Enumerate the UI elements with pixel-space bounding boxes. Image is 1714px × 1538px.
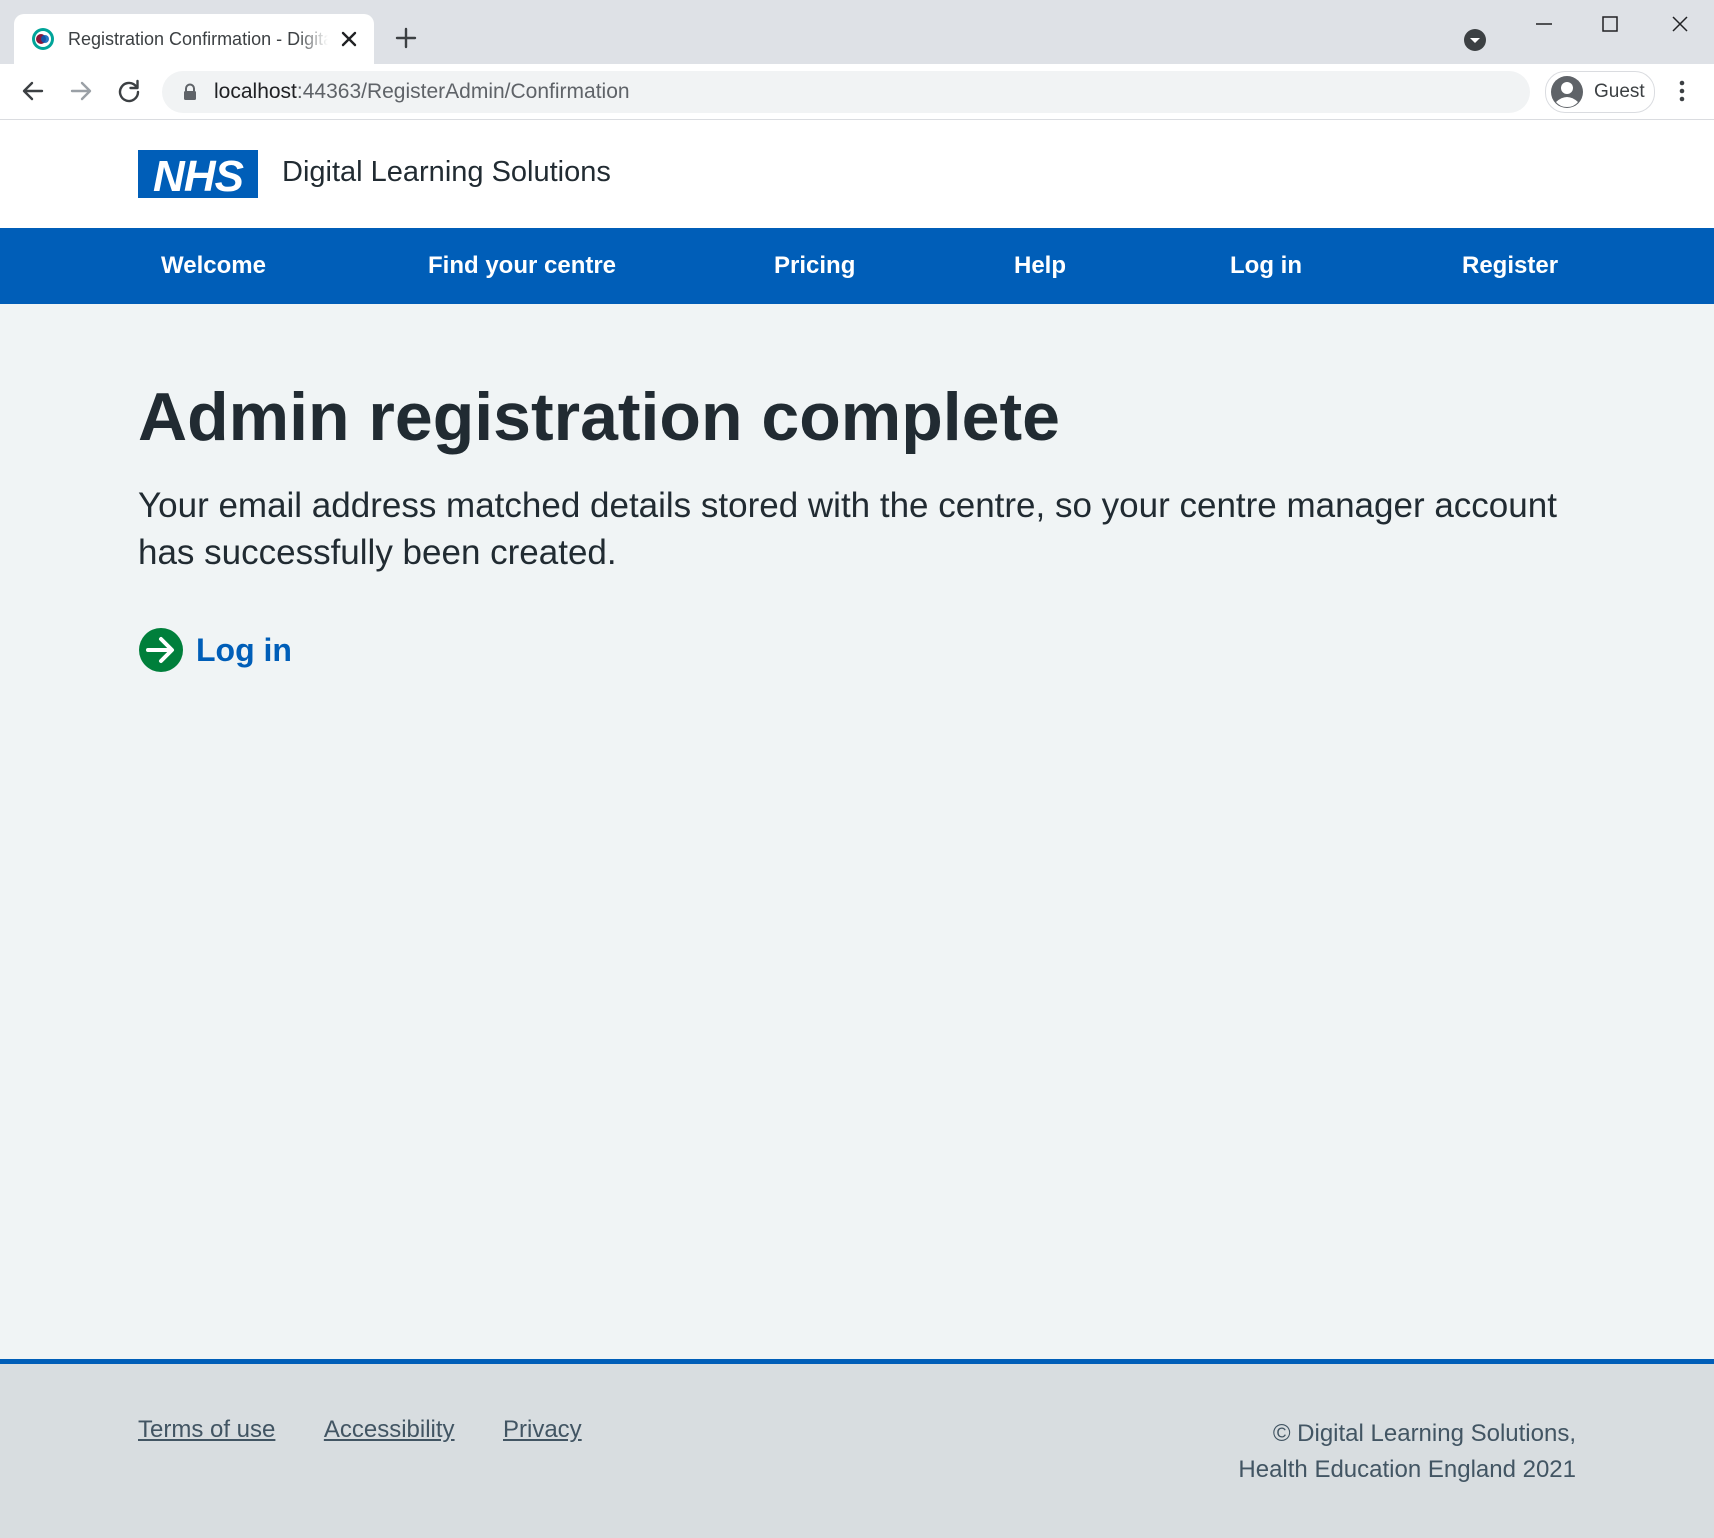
footer-link-accessibility[interactable]: Accessibility xyxy=(324,1416,455,1443)
forward-arrow-icon[interactable] xyxy=(68,78,94,104)
footer-link-terms-of-use[interactable]: Terms of use xyxy=(138,1416,275,1443)
browser-tabstrip: Registration Confirmation - Digital Lear… xyxy=(0,0,1714,64)
nav-item-find-your-centre[interactable]: Find your centre xyxy=(428,228,616,304)
window-close-icon[interactable] xyxy=(1668,12,1692,36)
minimize-icon[interactable] xyxy=(1532,12,1556,36)
page-title: Admin registration complete xyxy=(138,379,1060,455)
nav-item-help[interactable]: Help xyxy=(1014,228,1066,304)
reload-icon[interactable] xyxy=(116,78,142,104)
arrow-right-circle-icon xyxy=(139,628,183,672)
tab-search-icon[interactable] xyxy=(1463,28,1487,52)
lead-paragraph: Your email address matched details store… xyxy=(138,486,1557,572)
more-menu-icon[interactable] xyxy=(1670,78,1694,104)
profile-button[interactable]: Guest xyxy=(1545,71,1655,113)
nhs-logo[interactable]: NHS xyxy=(138,150,258,198)
log-in-action-link[interactable]: Log in xyxy=(138,627,292,673)
address-bar[interactable]: localhost:44363/RegisterAdmin/Confirmati… xyxy=(162,71,1530,113)
favicon-icon xyxy=(32,28,54,50)
action-link-label: Log in xyxy=(196,631,292,668)
copyright-line-2: Health Education England 2021 xyxy=(1238,1456,1576,1483)
back-arrow-icon[interactable] xyxy=(20,78,46,104)
site-footer: Terms of use Accessibility Privacy © Dig… xyxy=(0,1359,1714,1538)
browser-toolbar: localhost:44363/RegisterAdmin/Confirmati… xyxy=(0,64,1714,120)
plus-icon[interactable] xyxy=(394,26,418,50)
url-path: :44363/RegisterAdmin/Confirmation xyxy=(296,80,630,103)
nav-item-register[interactable]: Register xyxy=(1462,228,1558,304)
nav-item-pricing[interactable]: Pricing xyxy=(774,228,855,304)
nav-item-log-in[interactable]: Log in xyxy=(1230,228,1302,304)
nhs-logo-text: NHS xyxy=(153,152,244,198)
site-header: NHS Digital Learning Solutions xyxy=(0,120,1714,228)
browser-tab[interactable]: Registration Confirmation - Digital Lear… xyxy=(14,14,374,64)
service-name[interactable]: Digital Learning Solutions xyxy=(282,156,611,189)
maximize-icon[interactable] xyxy=(1598,12,1622,36)
footer-link-privacy[interactable]: Privacy xyxy=(503,1416,582,1443)
lock-icon[interactable] xyxy=(182,83,198,101)
close-icon[interactable] xyxy=(338,28,360,50)
footer-links: Terms of use Accessibility Privacy xyxy=(138,1416,626,1444)
copyright-line-1: © Digital Learning Solutions, xyxy=(1272,1420,1576,1447)
primary-navigation: Welcome Find your centre Pricing Help Lo… xyxy=(0,228,1714,304)
nav-item-welcome[interactable]: Welcome xyxy=(161,228,266,304)
tab-title: Registration Confirmation - Digital Lear… xyxy=(68,28,328,49)
url-text: localhost:44363/RegisterAdmin/Confirmati… xyxy=(214,80,630,104)
profile-name: Guest xyxy=(1594,81,1645,102)
profile-avatar-icon xyxy=(1551,76,1583,108)
main-content: Admin registration complete Your email a… xyxy=(138,370,1598,576)
copyright: © Digital Learning Solutions, Health Edu… xyxy=(1238,1416,1576,1488)
url-host: localhost xyxy=(214,80,297,103)
